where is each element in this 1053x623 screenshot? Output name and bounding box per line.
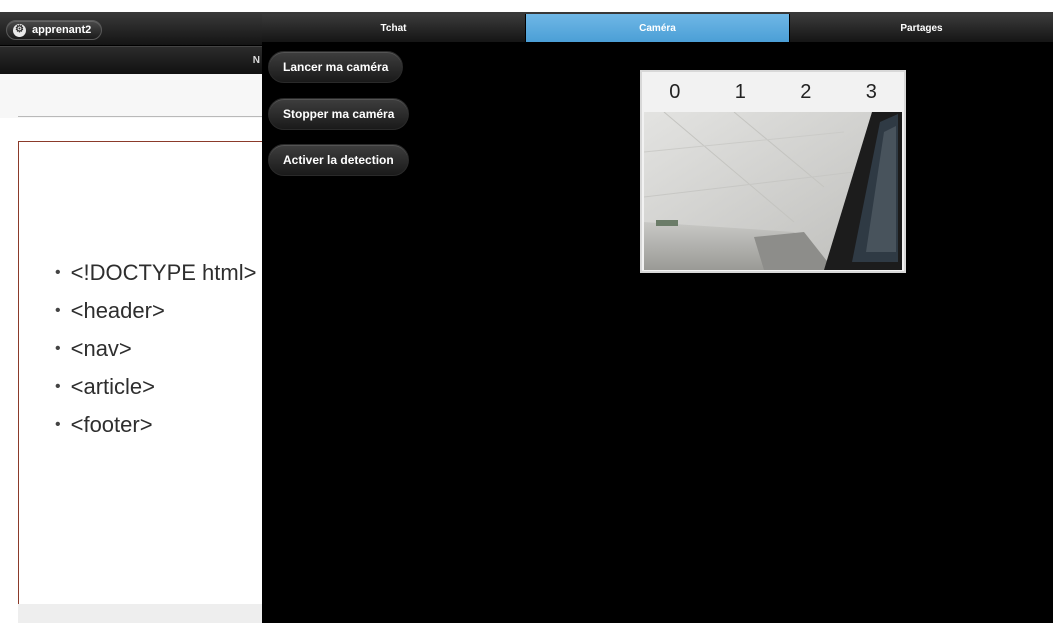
user-menu-button[interactable]: ⚙ apprenant2 [6,20,103,40]
stop-camera-button[interactable]: Stopper ma caméra [268,98,410,130]
divider [18,116,264,117]
gear-icon: ⚙ [13,23,26,37]
list-item: <article> [55,368,256,406]
camera-video-feed [644,112,902,270]
secondary-nav-bar: N [0,46,264,74]
slide-content: <!DOCTYPE html> <header> <nav> <article>… [18,141,278,623]
camera-column-label: 1 [734,81,746,103]
camera-preview: 0 1 2 3 [640,70,906,273]
tab-tchat[interactable]: Tchat [262,14,526,42]
tab-camera[interactable]: Caméra [526,14,790,42]
enable-detection-button[interactable]: Activer la detection [268,144,409,176]
nav-label: N [252,55,260,66]
toolbar-area [0,74,264,118]
list-item: <nav> [55,330,256,368]
tab-partages[interactable]: Partages [790,14,1053,42]
list-item: <footer> [55,406,256,444]
panel-tabs: Tchat Caméra Partages [262,14,1053,43]
list-item: <header> [55,292,256,330]
camera-column-label: 3 [865,81,877,103]
camera-column-labels: 0 1 2 3 [642,72,904,112]
list-item: <!DOCTYPE html> [55,254,257,292]
camera-column-label: 0 [669,81,681,103]
camera-column-label: 2 [800,81,812,103]
side-panel: Tchat Caméra Partages Lancer ma caméra S… [262,14,1053,623]
slide-footer-bar [18,604,264,623]
user-name: apprenant2 [32,24,92,36]
start-camera-button[interactable]: Lancer ma caméra [268,51,404,83]
slide-bullet-list: <!DOCTYPE html> <header> <nav> <article>… [55,254,257,444]
camera-frame-image [644,112,902,270]
